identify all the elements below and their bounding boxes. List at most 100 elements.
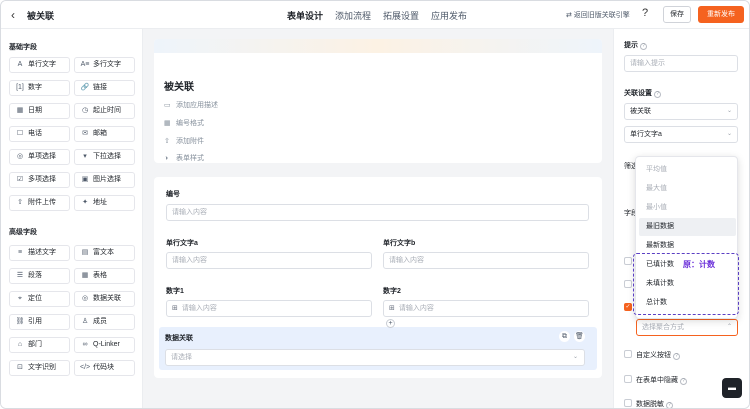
number-input[interactable]: 请输入内容: [166, 204, 589, 221]
field-code-block[interactable]: </> 代码块: [74, 360, 135, 376]
field-single-choice[interactable]: ◎ 单项选择: [9, 149, 70, 165]
rich-text-icon: ▤: [81, 249, 89, 256]
info-icon: ?: [673, 353, 680, 360]
field-address[interactable]: ✦ 地址: [74, 195, 135, 211]
form-title: 被关联: [164, 82, 194, 93]
field-reference[interactable]: ⛓ 引用: [9, 314, 70, 330]
aggregate-select[interactable]: 选择聚合方式 ⌃: [636, 319, 738, 336]
custom-button-checkbox[interactable]: [624, 350, 632, 358]
checkbox-icon: ☑: [16, 176, 24, 183]
chevron-left-icon[interactable]: ‹: [11, 8, 23, 22]
number-icon: [1]: [16, 84, 24, 91]
table-icon: ▦: [81, 272, 89, 279]
num2-input[interactable]: ⊞ 请输入内容: [383, 300, 589, 317]
option-oldest[interactable]: 最旧数据: [639, 218, 736, 236]
field-attachment[interactable]: ⇧ 附件上传: [9, 195, 70, 211]
advanced-fields-title: 高级字段: [9, 229, 37, 236]
field-ocr[interactable]: ⊡ 文字识别: [9, 360, 70, 376]
data-relation-label: 数据关联: [165, 335, 193, 342]
department-icon: ⌂: [17, 341, 23, 348]
text-b-input[interactable]: 请输入内容: [383, 252, 589, 269]
location-icon: ✦: [82, 199, 88, 206]
field-section[interactable]: ☰ 段落: [9, 268, 70, 284]
data-mask-checkbox[interactable]: [624, 399, 632, 407]
num2-label: 数字2: [383, 288, 401, 295]
field-multi-choice[interactable]: ☑ 多项选择: [9, 172, 70, 188]
user-icon: ♙: [81, 318, 89, 325]
data-relation-field-block[interactable]: 数据关联 ⧉ 🗑 请选择 ⌄: [159, 327, 597, 370]
add-description-link[interactable]: ▭ 添加应用描述: [164, 100, 218, 110]
trash-icon[interactable]: 🗑: [574, 331, 585, 342]
form-style-link[interactable]: ◑ 表单样式: [164, 153, 204, 163]
ocr-icon: ⊡: [17, 364, 23, 371]
description-icon: ▭: [164, 102, 171, 109]
app-title: 被关联: [27, 11, 55, 21]
info-icon: ?: [666, 402, 673, 408]
field-email[interactable]: ✉ 邮箱: [74, 126, 135, 142]
field-data-relation[interactable]: ◎ 数据关联: [74, 291, 135, 307]
republish-button[interactable]: 重新发布: [698, 6, 744, 23]
number-icon: ⊞: [389, 305, 395, 312]
field-table[interactable]: ▦ 表格: [74, 268, 135, 284]
field-rich-text[interactable]: ▤ 富文本: [74, 245, 135, 261]
tab-app-publish[interactable]: 应用发布: [431, 9, 467, 22]
field-description[interactable]: ≡ 描述文字: [9, 245, 70, 261]
question-icon[interactable]: ?: [642, 7, 648, 19]
form-header-card: 被关联 ▭ 添加应用描述 ▦ 编号格式 ⇧ 添加附件 ◑ 表单样式: [154, 39, 602, 163]
main-tabs: 表单设计 添加流程 拓展设置 应用发布: [287, 9, 467, 31]
text-a-input[interactable]: 请输入内容: [166, 252, 372, 269]
field-department[interactable]: ⌂ 部门: [9, 337, 70, 353]
description-icon: ≡: [17, 249, 23, 256]
custom-button-label: 自定义按钮?: [636, 350, 680, 360]
insert-field-icon[interactable]: +: [386, 319, 395, 328]
info-icon: ?: [654, 91, 661, 98]
relation-field-select[interactable]: 单行文字a ⌄: [624, 126, 738, 143]
field-date[interactable]: ▦ 日期: [9, 103, 70, 119]
num1-input[interactable]: ⊞ 请输入内容: [166, 300, 372, 317]
back-to-legacy-link[interactable]: ⇄ 返回旧版关联引擎: [566, 10, 630, 20]
hidden-checkbox-2[interactable]: [624, 280, 632, 288]
relation-form-select[interactable]: 被关联 ⌄: [624, 103, 738, 120]
field-single-text[interactable]: A 单行文字: [9, 57, 70, 73]
option-min: 最小值: [646, 204, 667, 211]
relation-icon: ◎: [81, 295, 89, 302]
hint-label: 提示?: [624, 40, 647, 50]
upload-icon: ⇧: [164, 138, 170, 145]
palette-icon: ◑: [164, 155, 169, 162]
header-banner: [154, 39, 602, 53]
field-locate[interactable]: ⌖ 定位: [9, 291, 70, 307]
field-q-linker[interactable]: ∞ Q-Linker: [74, 337, 135, 353]
data-relation-select[interactable]: 请选择 ⌄: [165, 349, 585, 366]
app-window: ‹ 被关联 表单设计 添加流程 拓展设置 应用发布 ⇄ 返回旧版关联引擎 ? 保…: [0, 0, 750, 409]
add-attachment-link[interactable]: ⇧ 添加附件: [164, 136, 204, 146]
multiline-text-icon: A≡: [80, 61, 90, 68]
phone-icon: ☐: [16, 130, 24, 137]
code-icon: </>: [80, 364, 91, 371]
chat-icon[interactable]: ▬: [722, 378, 742, 398]
option-average: 平均值: [646, 166, 667, 173]
hidden-checkbox-1[interactable]: [624, 257, 632, 265]
aggregate-checkbox[interactable]: ✓: [624, 303, 632, 311]
hide-in-form-checkbox[interactable]: [624, 375, 632, 383]
tab-form-design[interactable]: 表单设计: [287, 9, 323, 31]
copy-icon[interactable]: ⧉: [559, 331, 570, 342]
field-image-choice[interactable]: ▣ 图片选择: [74, 172, 135, 188]
field-member[interactable]: ♙ 成员: [74, 314, 135, 330]
field-phone[interactable]: ☐ 电话: [9, 126, 70, 142]
field-link[interactable]: 🔗 链接: [74, 80, 135, 96]
basic-fields-title: 基础字段: [9, 44, 37, 51]
save-button[interactable]: 保存: [663, 6, 691, 23]
number-format-link[interactable]: ▦ 编号格式: [164, 118, 204, 128]
text-b-label: 单行文字b: [383, 240, 416, 247]
field-dropdown[interactable]: ▾ 下拉选择: [74, 149, 135, 165]
hint-input[interactable]: 请输入提示: [624, 55, 738, 72]
field-palette: 基础字段 A 单行文字 A≡ 多行文字 [1] 数字 🔗 链接 ▦ 日期 ◷ 起止时间 ☐ 电…: [1, 29, 143, 408]
clock-icon: ◷: [81, 107, 89, 114]
top-bar: ‹ 被关联 表单设计 添加流程 拓展设置 应用发布 ⇄ 返回旧版关联引擎 ? 保…: [1, 1, 749, 31]
field-multi-text[interactable]: A≡ 多行文字: [74, 57, 135, 73]
tab-extend-settings[interactable]: 拓展设置: [383, 9, 419, 22]
field-time-range[interactable]: ◷ 起止时间: [74, 103, 135, 119]
field-number[interactable]: [1] 数字: [9, 80, 70, 96]
link-icon: 🔗: [80, 84, 90, 91]
tab-add-flow[interactable]: 添加流程: [335, 9, 371, 22]
